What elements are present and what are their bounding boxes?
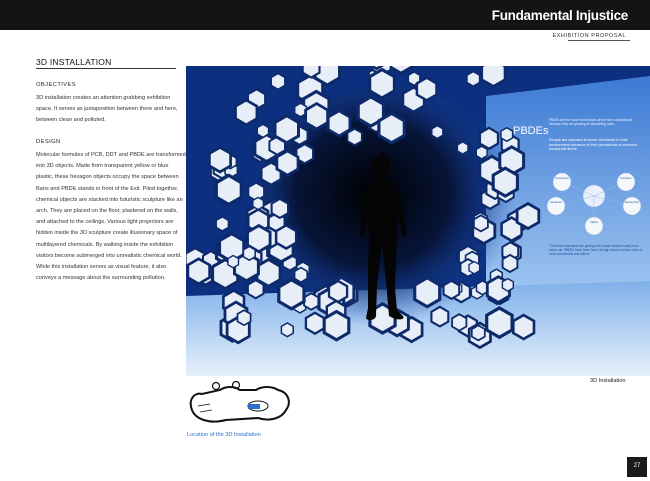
- hexagon-tile: [280, 322, 294, 338]
- hexagon-tile: [274, 223, 298, 250]
- panel-text-indoor-air: The flame retardants are getting into hu…: [549, 244, 642, 257]
- installation-rendering: PBDEs PBDEs are the most recent toxins o…: [186, 66, 650, 376]
- hexagon-tile: [304, 101, 330, 131]
- diagram-label: Computers: [555, 176, 569, 180]
- design-label: DESIGN: [36, 139, 61, 145]
- hexagon-tile: [430, 305, 450, 328]
- diagram-label: Electronics: [625, 200, 639, 204]
- hexagon-tile: [327, 279, 349, 304]
- subtitle-divider: [568, 40, 630, 41]
- hexagon-tile: [515, 201, 541, 231]
- design-text: Molecular formules of PCB, DDT and PBDE …: [36, 152, 186, 282]
- hexagon-tile: [304, 311, 326, 336]
- hexagon-tile: [475, 145, 488, 160]
- hexagon-tile: [256, 123, 270, 139]
- hexagon-tile: [270, 197, 290, 220]
- hexagon-tile: [214, 173, 243, 207]
- hexagon-tile: [500, 126, 514, 143]
- hexagon-tile: [413, 275, 442, 309]
- hexagon-tile: [468, 260, 481, 275]
- hexagon-tile: [472, 214, 489, 233]
- hexagon-tile: [270, 72, 286, 91]
- publication-title: Fundamental Injustice: [491, 8, 629, 23]
- floor-plan-map: [189, 380, 290, 423]
- panel-text-exposure: People are exposed to these chemicals in…: [549, 138, 638, 152]
- hexagon-tile: [501, 253, 519, 274]
- hexagon-tile: [491, 166, 519, 198]
- hexagon-tile: [215, 216, 230, 232]
- hexagon-tile: [303, 292, 320, 311]
- panel-heading: PBDEs: [513, 125, 549, 137]
- panel-text-intro: PBDEs are the most recent toxins of the …: [549, 118, 634, 127]
- section-heading: 3D INSTALLATION: [36, 57, 112, 67]
- objectives-label: OBJECTIVES: [36, 82, 77, 88]
- hexagon-tile: [227, 254, 240, 269]
- hexagon-tile: [478, 126, 500, 151]
- figure-caption: 3D Installation: [590, 378, 626, 384]
- hexagon-tile: [236, 309, 252, 327]
- hexagon-tile: [470, 324, 486, 342]
- hexagon-tile: [273, 113, 300, 145]
- diagram-label: Furniture: [620, 176, 632, 180]
- hexagon-tile: [415, 76, 438, 102]
- hexagon-tile: [501, 277, 514, 293]
- hexagon-tile: [480, 66, 507, 89]
- hexagon-tile: [511, 313, 536, 341]
- hexagon-tile: [277, 277, 306, 311]
- diagram-label: Fabric: [590, 220, 598, 224]
- installation-location-marker: [248, 404, 260, 409]
- hexagon-tile: [208, 145, 232, 174]
- objectives-text: 3D installation creates an attention gra…: [36, 95, 178, 124]
- hexagon-tile: [442, 279, 461, 300]
- hexagon-tile: [456, 141, 469, 155]
- hexagon-tile: [431, 124, 444, 140]
- page-number: 27: [633, 463, 641, 469]
- hexagon-tile: [186, 257, 211, 286]
- diagram-label: Airplanes: [550, 200, 562, 204]
- hexagon-tile: [242, 245, 256, 262]
- header-bar: Fundamental Injustice: [0, 0, 650, 30]
- hexagon-tile: [234, 98, 259, 127]
- hexagon-tile: [485, 306, 514, 340]
- map-caption: Location of the 3D Installation: [187, 432, 261, 438]
- hexagon-tile: [377, 111, 406, 145]
- hexagon-tile: [252, 196, 264, 211]
- publication-subtitle: EXHIBITION PROPOSAL: [552, 33, 626, 39]
- hexagon-tile: [451, 313, 468, 332]
- section-divider: [36, 68, 176, 69]
- hexagon-tile: [326, 109, 352, 138]
- hexagon-tile: [293, 266, 308, 284]
- page-number-box: 27: [627, 457, 647, 477]
- hexagon-tile: [368, 67, 396, 100]
- hexagon-tile: [466, 70, 481, 88]
- hexagon-tile: [275, 149, 300, 177]
- hexagon-tile: [255, 257, 282, 288]
- hexagon-tile: [322, 309, 351, 342]
